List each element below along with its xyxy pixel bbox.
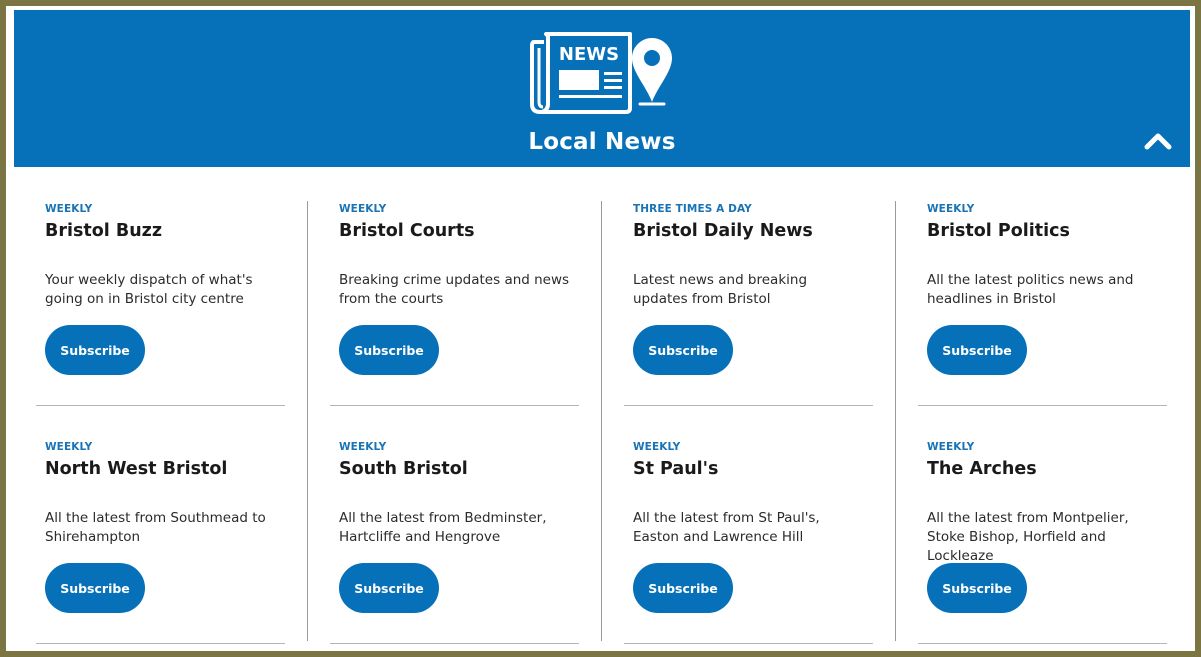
newsletter-title: Bristol Courts <box>339 221 475 241</box>
subscribe-button[interactable]: Subscribe <box>927 563 1027 613</box>
newsletter-title: Bristol Politics <box>927 221 1070 241</box>
newsletter-description: Your weekly dispatch of what's going on … <box>45 272 253 307</box>
local-news-panel: NEWS Local News WEEKLY Bristol Buzz Your… <box>6 6 1195 651</box>
newsletter-description: Breaking crime updates and news from the… <box>339 272 570 307</box>
newsletter-card: WEEKLY Bristol Politics All the latest p… <box>910 201 1167 406</box>
newsletter-description: All the latest from Montpelier, Stoke Bi… <box>927 510 1129 564</box>
newsletter-card: WEEKLY Bristol Courts Breaking crime upd… <box>322 201 579 406</box>
frequency-label: WEEKLY <box>927 203 975 215</box>
newsletter-card: WEEKLY Bristol Buzz Your weekly dispatch… <box>28 201 285 406</box>
subscribe-button[interactable]: Subscribe <box>339 563 439 613</box>
newsletter-title: St Paul's <box>633 459 719 479</box>
newsletter-description: Latest news and breaking updates from Br… <box>633 272 808 307</box>
newsletter-card: WEEKLY South Bristol All the latest from… <box>322 439 579 644</box>
card-divider <box>918 643 1167 644</box>
subscribe-button[interactable]: Subscribe <box>927 325 1027 375</box>
newsletter-description: All the latest from Southmead to Shireha… <box>45 510 266 545</box>
card-divider <box>36 643 285 644</box>
subscribe-button[interactable]: Subscribe <box>45 563 145 613</box>
newsletter-description: All the latest politics news and headlin… <box>927 272 1134 307</box>
newsletter-title: South Bristol <box>339 459 468 479</box>
newsletter-title: North West Bristol <box>45 459 228 479</box>
frequency-label: WEEKLY <box>45 203 93 215</box>
subscribe-button[interactable]: Subscribe <box>339 325 439 375</box>
card-divider <box>624 643 873 644</box>
card-divider <box>918 405 1167 406</box>
card-divider <box>36 405 285 406</box>
newsletter-card: WEEKLY The Arches All the latest from Mo… <box>910 439 1167 644</box>
newsletter-card: THREE TIMES A DAY Bristol Daily News Lat… <box>616 201 873 406</box>
newspaper-with-location-pin-icon: NEWS <box>530 32 672 114</box>
newsletter-card: WEEKLY North West Bristol All the latest… <box>28 439 285 644</box>
subscribe-button[interactable]: Subscribe <box>633 325 733 375</box>
newsletter-title: The Arches <box>927 459 1037 479</box>
frequency-label: WEEKLY <box>339 441 387 453</box>
card-divider <box>624 405 873 406</box>
column-divider <box>895 201 896 641</box>
chevron-up-icon[interactable] <box>1142 127 1174 153</box>
subscribe-button[interactable]: Subscribe <box>633 563 733 613</box>
card-divider <box>330 405 579 406</box>
newsletter-description: All the latest from St Paul's, Easton an… <box>633 510 820 545</box>
column-divider <box>601 201 602 641</box>
subscribe-button[interactable]: Subscribe <box>45 325 145 375</box>
newsletter-title: Bristol Daily News <box>633 221 813 241</box>
frequency-label: THREE TIMES A DAY <box>633 203 752 215</box>
frequency-label: WEEKLY <box>927 441 975 453</box>
frequency-label: WEEKLY <box>339 203 387 215</box>
frequency-label: WEEKLY <box>633 441 681 453</box>
newsletter-card: WEEKLY St Paul's All the latest from St … <box>616 439 873 644</box>
column-divider <box>307 201 308 641</box>
newsletter-description: All the latest from Bedminster, Hartclif… <box>339 510 547 545</box>
frequency-label: WEEKLY <box>45 441 93 453</box>
logo-news-text: NEWS <box>559 44 619 65</box>
newsletter-title: Bristol Buzz <box>45 221 163 241</box>
local-news-header: NEWS Local News <box>14 10 1190 167</box>
section-title: Local News <box>528 129 676 155</box>
card-divider <box>330 643 579 644</box>
